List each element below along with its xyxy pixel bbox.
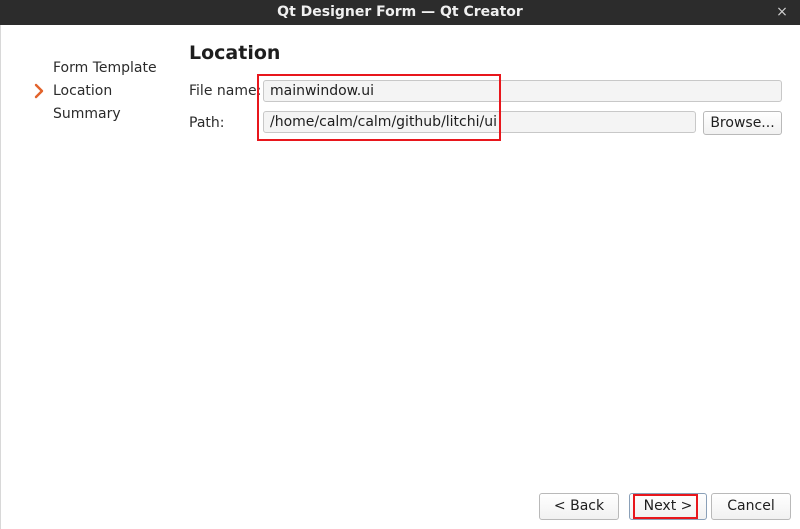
page-title: Location [189, 42, 281, 64]
close-icon[interactable]: × [774, 0, 790, 25]
cancel-button[interactable]: Cancel [711, 493, 791, 520]
path-label: Path: [189, 115, 225, 131]
path-field[interactable]: /home/calm/calm/github/litchi/ui [263, 111, 696, 133]
file-name-field[interactable]: mainwindow.ui [263, 80, 782, 102]
window-title: Qt Designer Form — Qt Creator [277, 4, 523, 20]
wizard-step-summary: Summary [53, 106, 121, 122]
browse-button[interactable]: Browse... [703, 111, 782, 135]
next-button[interactable]: Next > [629, 493, 707, 520]
back-button[interactable]: < Back [539, 493, 619, 520]
chevron-right-icon [33, 81, 45, 101]
file-name-label: File name: [189, 83, 262, 99]
window-border [0, 25, 1, 529]
wizard-step-location: Location [53, 83, 113, 99]
title-bar: Qt Designer Form — Qt Creator × [0, 0, 800, 25]
qt-designer-form-dialog: Qt Designer Form — Qt Creator × Form Tem… [0, 0, 800, 529]
wizard-step-form-template: Form Template [53, 60, 157, 76]
